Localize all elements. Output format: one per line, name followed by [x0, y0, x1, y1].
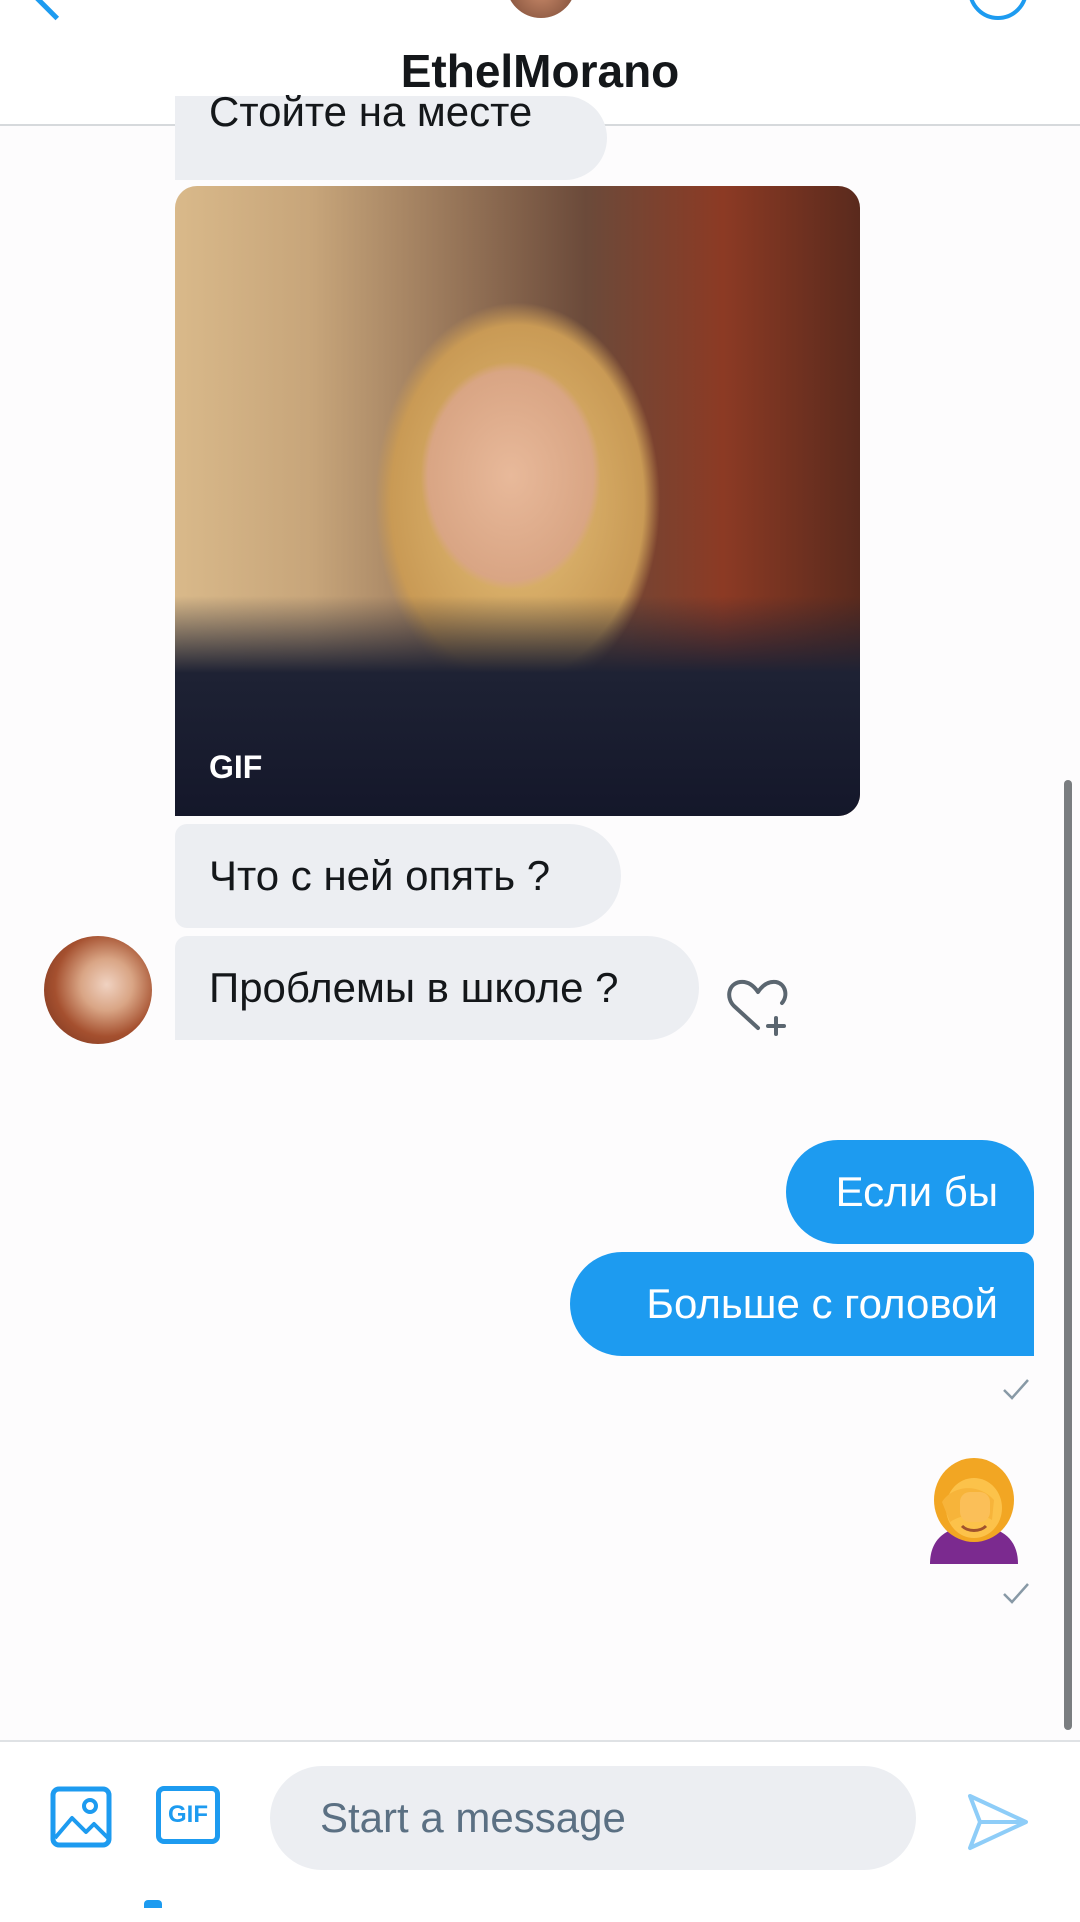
gif-image-shirt: [175, 596, 860, 816]
gif-message[interactable]: GIF: [175, 186, 860, 816]
sent-check-icon: [1003, 1379, 1029, 1400]
message-text: Проблемы в школе ?: [209, 964, 619, 1011]
page-title[interactable]: EthelMorano: [0, 44, 1080, 98]
send-icon[interactable]: [966, 1792, 1030, 1852]
message-text: Если бы: [835, 1168, 998, 1215]
incoming-message[interactable]: Что с ней опять ?: [175, 824, 621, 928]
message-text: Стойте на месте: [209, 88, 533, 135]
info-icon[interactable]: [968, 0, 1028, 20]
gif-badge: GIF: [209, 749, 263, 785]
outgoing-message[interactable]: Если бы: [786, 1140, 1034, 1244]
image-icon[interactable]: [50, 1786, 112, 1848]
facepalm-emoji[interactable]: [922, 1456, 1026, 1564]
outgoing-message[interactable]: Больше с головой: [570, 1252, 1034, 1356]
message-input[interactable]: [270, 1766, 916, 1870]
header-avatar[interactable]: [506, 0, 576, 18]
message-text: Что с ней опять ?: [209, 852, 551, 899]
back-arrow-icon[interactable]: [30, 0, 81, 21]
incoming-message[interactable]: Проблемы в школе ?: [175, 936, 699, 1040]
incoming-message[interactable]: Стойте на месте: [175, 88, 607, 180]
message-text: Больше с головой: [646, 1280, 998, 1327]
scrollbar[interactable]: [1064, 780, 1072, 1730]
sent-check-icon: [1003, 1583, 1029, 1604]
home-indicator: [144, 1900, 162, 1908]
message-composer: GIF: [0, 1740, 1080, 1922]
like-heart-icon[interactable]: [724, 976, 792, 1036]
sender-avatar[interactable]: [44, 936, 152, 1044]
gif-button[interactable]: GIF: [156, 1786, 220, 1844]
